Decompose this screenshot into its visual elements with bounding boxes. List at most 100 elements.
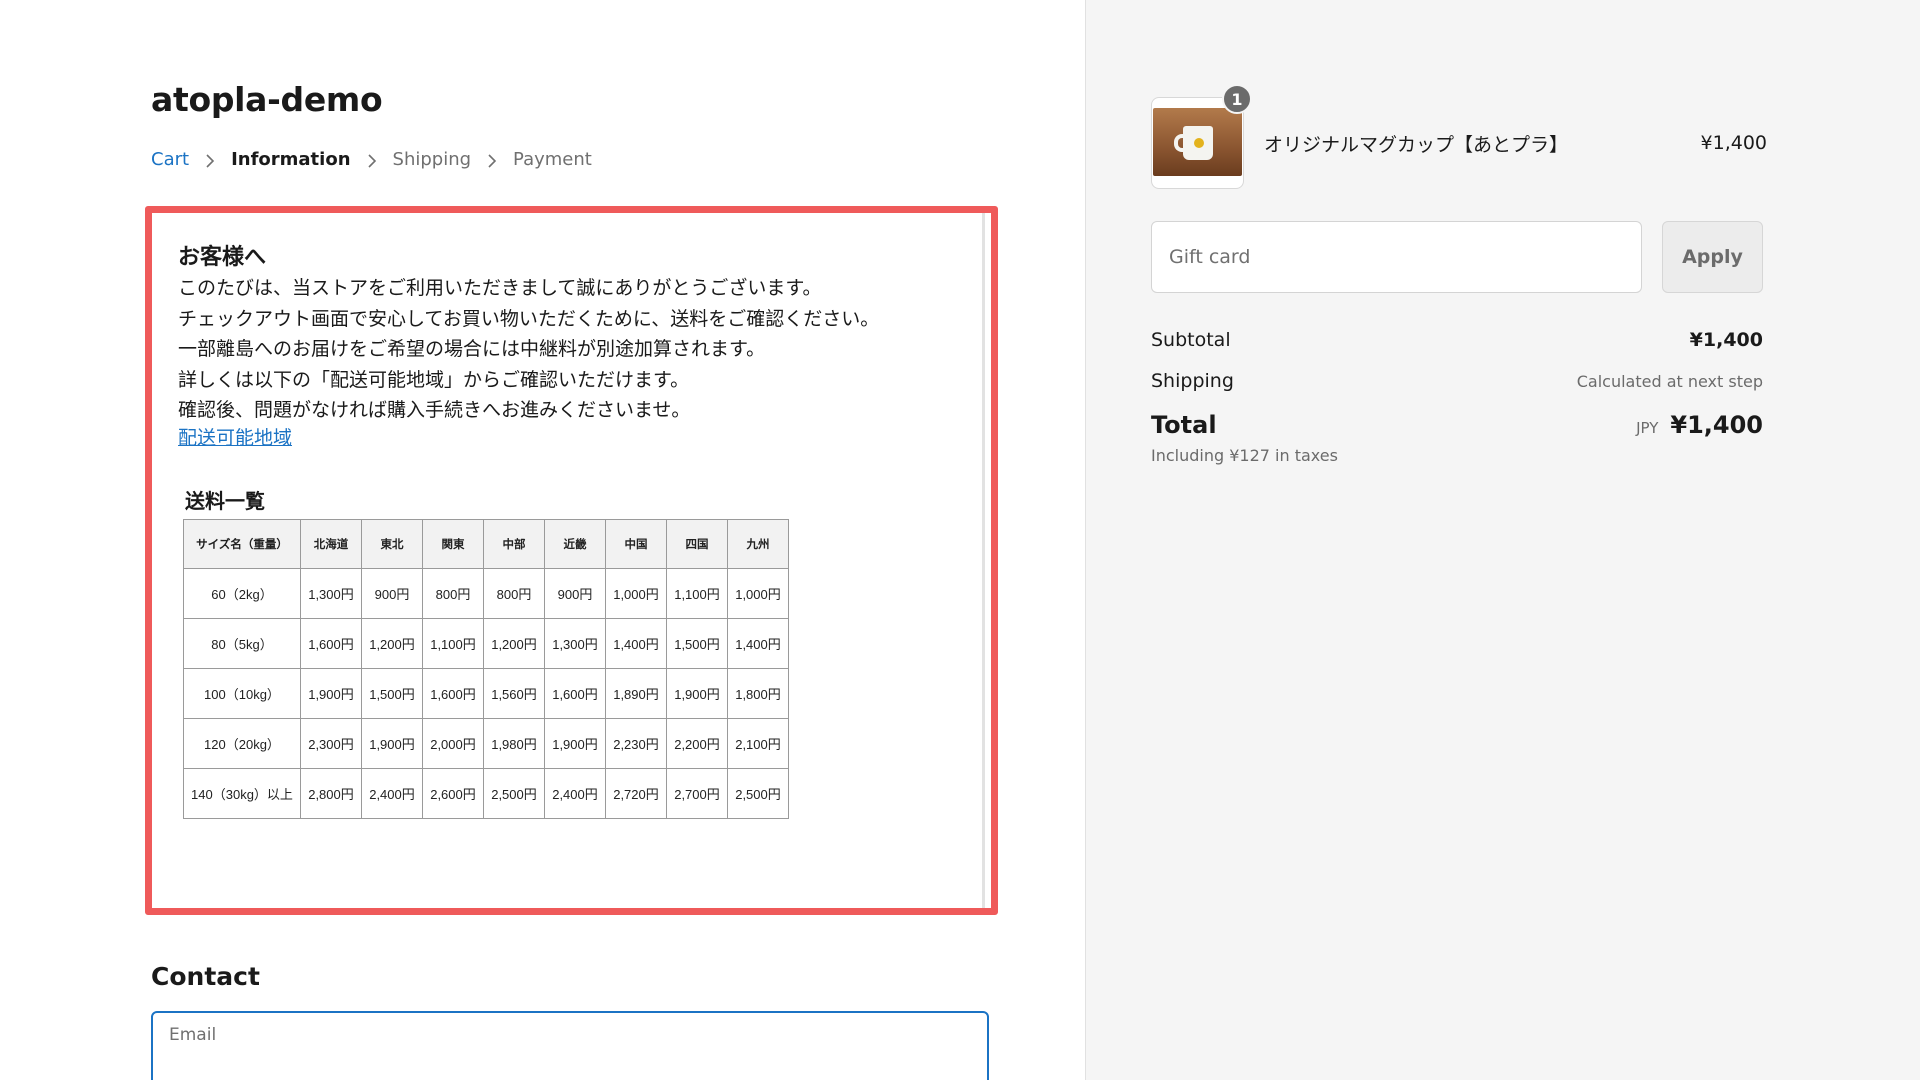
- table-cell: 1,300円: [544, 618, 606, 669]
- notice-line: このたびは、当ストアをご利用いただきまして誠にありがとうございます。: [178, 277, 822, 299]
- column-header: サイズ名（重量）: [183, 519, 301, 569]
- table-cell: 2,700円: [666, 768, 728, 819]
- table-cell: 2,720円: [605, 768, 667, 819]
- store-title[interactable]: atopla-demo: [151, 80, 383, 119]
- table-cell: 900円: [544, 568, 606, 619]
- table-cell: 1,800円: [727, 668, 789, 719]
- table-cell: 1,900円: [300, 668, 362, 719]
- table-cell: 800円: [483, 568, 545, 619]
- notice-line: 詳しくは以下の「配送可能地域」からご確認いただけます。: [178, 368, 690, 391]
- delivery-area-link[interactable]: 配送可能地域: [178, 423, 292, 450]
- mug-logo: [1194, 138, 1204, 148]
- shipping-fee-table-title: 送料一覧: [185, 489, 265, 513]
- table-cell: 1,500円: [361, 668, 423, 719]
- mug-image: [1153, 108, 1242, 176]
- chevron-right-icon: [471, 150, 513, 169]
- table-cell: 100（10kg）: [183, 668, 301, 719]
- table-cell: 1,400円: [727, 618, 789, 669]
- column-header: 四国: [666, 519, 728, 569]
- product-name: オリジナルマグカップ【あとプラ】: [1264, 134, 1569, 156]
- table-cell: 1,500円: [666, 618, 728, 669]
- table-cell: 1,100円: [422, 618, 484, 669]
- table-cell: 2,500円: [727, 768, 789, 819]
- shipping-value: Calculated at next step: [1576, 372, 1763, 391]
- breadcrumb-cart[interactable]: Cart: [151, 149, 189, 170]
- table-cell: 60（2kg）: [183, 568, 301, 619]
- table-cell: 1,600円: [544, 668, 606, 719]
- table-cell: 1,900円: [666, 668, 728, 719]
- column-header: 九州: [727, 519, 789, 569]
- column-header: 中国: [605, 519, 667, 569]
- shipping-fee-table: サイズ名（重量） 北海道 東北 関東 中部 近畿 中国 四国 九州 60（2kg…: [183, 519, 789, 819]
- table-row: 80（5kg） 1,600円 1,200円 1,100円 1,200円 1,30…: [183, 618, 789, 669]
- table-row: 120（20kg） 2,300円 1,900円 2,000円 1,980円 1,…: [183, 718, 789, 769]
- notice-line: チェックアウト画面で安心してお買い物いただくために、送料をご確認ください。: [178, 307, 880, 330]
- apply-button[interactable]: Apply: [1662, 221, 1763, 293]
- notice-line: 一部離島へのお届けをご希望の場合には中継料が別途加算されます。: [178, 338, 766, 360]
- column-header: 東北: [361, 519, 423, 569]
- table-cell: 2,000円: [422, 718, 484, 769]
- table-cell: 1,560円: [483, 668, 545, 719]
- table-cell: 1,900円: [361, 718, 423, 769]
- table-cell: 2,400円: [361, 768, 423, 819]
- notice-line: 確認後、問題がなければ購入手続きへお進みくださいませ。: [178, 399, 691, 421]
- subtotal-row: Subtotal ¥1,400: [1151, 329, 1763, 351]
- table-cell: 2,300円: [300, 718, 362, 769]
- table-cell: 2,230円: [605, 718, 667, 769]
- currency-code: JPY: [1636, 419, 1659, 437]
- order-summary: 1 オリジナルマグカップ【あとプラ】 ¥1,400 Gift card Appl…: [1085, 0, 1920, 1080]
- table-cell: 1,000円: [727, 568, 789, 619]
- table-cell: 1,200円: [361, 618, 423, 669]
- breadcrumb-shipping: Shipping: [392, 149, 472, 170]
- table-cell: 2,800円: [300, 768, 362, 819]
- table-cell: 1,900円: [544, 718, 606, 769]
- table-cell: 1,890円: [605, 668, 667, 719]
- checkout-main: atopla-demo Cart Information Shipping Pa…: [0, 0, 1085, 1080]
- total-value: ¥1,400: [1670, 411, 1763, 439]
- table-cell: 1,600円: [422, 668, 484, 719]
- email-field-label: Email: [169, 1025, 217, 1045]
- table-cell: 1,400円: [605, 618, 667, 669]
- table-cell: 140（30kg）以上: [183, 768, 301, 819]
- table-cell: 1,100円: [666, 568, 728, 619]
- chevron-right-icon: [189, 150, 231, 169]
- table-row: 140（30kg）以上 2,800円 2,400円 2,600円 2,500円 …: [183, 768, 789, 819]
- table-cell: 1,980円: [483, 718, 545, 769]
- breadcrumb-payment: Payment: [513, 149, 592, 170]
- contact-section-title: Contact: [151, 962, 260, 991]
- total-amount: JPY ¥1,400: [1636, 411, 1763, 439]
- column-header: 関東: [422, 519, 484, 569]
- table-cell: 800円: [422, 568, 484, 619]
- shipping-label: Shipping: [1151, 370, 1234, 392]
- table-cell: 1,200円: [483, 618, 545, 669]
- notice-heading: お客様へ: [178, 245, 267, 270]
- gift-card-input[interactable]: Gift card: [1151, 221, 1642, 293]
- table-cell: 1,600円: [300, 618, 362, 669]
- table-cell: 2,200円: [666, 718, 728, 769]
- table-cell: 900円: [361, 568, 423, 619]
- shipping-row: Shipping Calculated at next step: [1151, 370, 1763, 392]
- column-header: 中部: [483, 519, 545, 569]
- product-thumbnail: 1: [1151, 84, 1252, 189]
- tax-note: Including ¥127 in taxes: [1151, 446, 1338, 465]
- table-cell: 2,400円: [544, 768, 606, 819]
- shipping-notice-box: お客様へ このたびは、当ストアをご利用いただきまして誠にありがとうございます。 …: [145, 206, 998, 915]
- breadcrumb: Cart Information Shipping Payment: [151, 149, 592, 170]
- table-cell: 1,000円: [605, 568, 667, 619]
- column-header: 北海道: [300, 519, 362, 569]
- table-cell: 120（20kg）: [183, 718, 301, 769]
- subtotal-label: Subtotal: [1151, 329, 1231, 351]
- table-cell: 1,300円: [300, 568, 362, 619]
- quantity-badge: 1: [1222, 84, 1252, 114]
- total-row: Total JPY ¥1,400: [1151, 411, 1763, 439]
- table-row: 60（2kg） 1,300円 900円 800円 800円 900円 1,000…: [183, 568, 789, 619]
- notice-message: このたびは、当ストアをご利用いただきまして誠にありがとうございます。 チェックア…: [178, 273, 879, 426]
- notice-scroll-area[interactable]: お客様へ このたびは、当ストアをご利用いただきまして誠にありがとうございます。 …: [152, 213, 985, 908]
- table-cell: 2,100円: [727, 718, 789, 769]
- breadcrumb-information: Information: [231, 149, 351, 170]
- table-cell: 2,600円: [422, 768, 484, 819]
- total-label: Total: [1151, 411, 1217, 439]
- email-field[interactable]: Email: [151, 1011, 989, 1080]
- table-cell: 2,500円: [483, 768, 545, 819]
- table-header-row: サイズ名（重量） 北海道 東北 関東 中部 近畿 中国 四国 九州: [183, 519, 789, 569]
